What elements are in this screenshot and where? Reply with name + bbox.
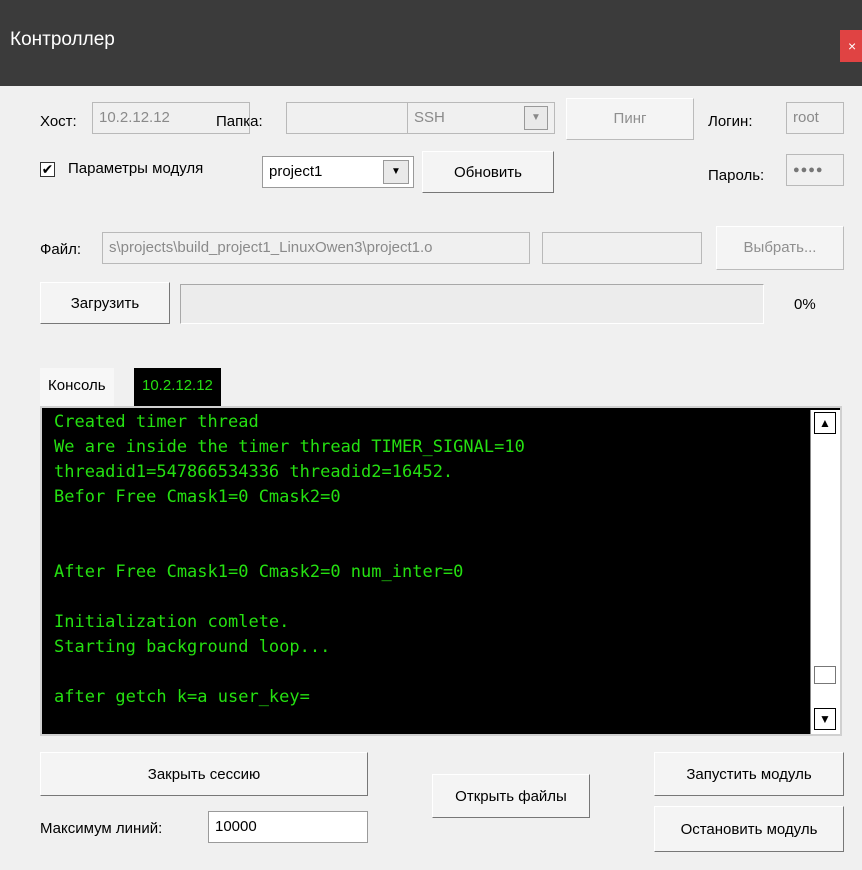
file-path-field[interactable]: s\projects\build_project1_LinuxOwen3\pro…	[102, 232, 530, 264]
max-lines-label: Максимум линий:	[40, 820, 163, 837]
console-line: Created timer thread	[54, 412, 259, 432]
console-line: Starting background loop...	[54, 637, 331, 657]
project-value: project1	[269, 163, 323, 180]
password-label: Пароль:	[708, 167, 765, 184]
module-params-label: Параметры модуля	[68, 160, 204, 177]
title-bar	[0, 0, 862, 86]
console-line: After Free Cmask1=0 Cmask2=0 num_inter=0	[54, 562, 464, 582]
ping-button[interactable]: Пинг	[566, 98, 694, 140]
protocol-value: SSH	[414, 109, 445, 126]
upload-progress-bar	[180, 284, 764, 324]
console-text: Created timer thread We are inside the ti…	[54, 410, 525, 710]
scroll-thumb[interactable]	[814, 666, 836, 684]
close-session-button[interactable]: Закрыть сессию	[40, 752, 368, 796]
upload-button[interactable]: Загрузить	[40, 282, 170, 324]
login-label: Логин:	[708, 113, 753, 130]
close-button[interactable]: ×	[840, 30, 862, 62]
file-label: Файл:	[40, 241, 82, 258]
console-line: threadid1=547866534336 threadid2=16452.	[54, 462, 454, 482]
file-extra-field[interactable]	[542, 232, 702, 264]
console-line: Befor Free Cmask1=0 Cmask2=0	[54, 487, 341, 507]
refresh-button[interactable]: Обновить	[422, 151, 554, 193]
console-output[interactable]: Created timer thread We are inside the ti…	[40, 406, 842, 736]
password-field[interactable]: ●●●●	[786, 154, 844, 186]
open-files-button[interactable]: Открыть файлы	[432, 774, 590, 818]
stop-module-button[interactable]: Остановить модуль	[654, 806, 844, 852]
scroll-down-icon[interactable]: ▼	[814, 708, 836, 730]
folder-field[interactable]	[286, 102, 408, 134]
choose-button[interactable]: Выбрать...	[716, 226, 844, 270]
folder-label: Папка:	[216, 113, 263, 130]
scroll-up-icon[interactable]: ▲	[814, 412, 836, 434]
tab-host-session[interactable]: 10.2.12.12	[134, 368, 221, 406]
module-params-checkbox[interactable]: ✔	[40, 162, 55, 177]
protocol-dropdown-icon[interactable]: ▼	[524, 106, 548, 130]
tab-console[interactable]: Консоль	[40, 368, 114, 406]
console-scrollbar[interactable]: ▲ ▼	[810, 410, 840, 734]
max-lines-input[interactable]: 10000	[208, 811, 368, 843]
login-field[interactable]: root	[786, 102, 844, 134]
progress-text: 0%	[794, 296, 816, 313]
window-title: Контроллер	[10, 29, 115, 50]
console-line: Initialization comlete.	[54, 612, 290, 632]
host-label: Хост:	[40, 113, 77, 130]
project-dropdown-icon[interactable]: ▼	[383, 160, 409, 184]
console-line: after getch k=a user_key=	[54, 687, 310, 707]
start-module-button[interactable]: Запустить модуль	[654, 752, 844, 796]
console-line: We are inside the timer thread TIMER_SIG…	[54, 437, 525, 457]
